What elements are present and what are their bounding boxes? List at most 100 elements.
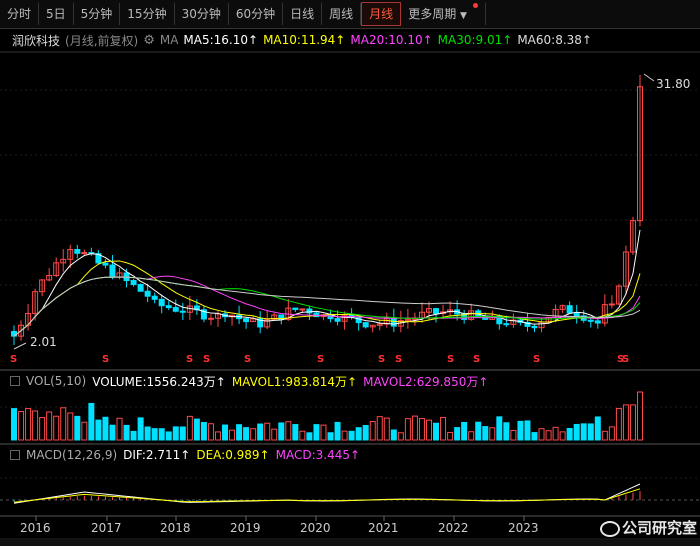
volume-bar <box>404 418 411 441</box>
year-label: 2022 <box>438 521 469 535</box>
signal-s-marker: S <box>447 354 454 365</box>
mavol2-value: MAVOL2:629.850万↑ <box>363 374 489 389</box>
signal-s-marker: S <box>378 354 385 365</box>
volume-bar <box>524 420 531 441</box>
collapse-box-icon[interactable] <box>10 450 20 460</box>
dea-value: DEA:0.989↑ <box>196 448 270 462</box>
volume-bar <box>327 432 334 441</box>
low-price-label: 2.01 <box>30 335 57 349</box>
volume-bar <box>25 408 32 441</box>
candle-body <box>158 298 165 307</box>
volume-bar <box>594 416 601 441</box>
volume-bar <box>67 412 74 441</box>
signal-s-marker: S <box>622 354 629 365</box>
candle-body <box>608 303 615 306</box>
volume-bar <box>390 429 397 441</box>
candle-body <box>243 318 250 323</box>
volume-bar <box>292 424 299 441</box>
ma60-line <box>13 276 641 337</box>
candle-body <box>102 262 109 266</box>
volume-bar <box>200 421 207 441</box>
collapse-box-icon[interactable] <box>10 376 20 386</box>
signal-s-marker: S <box>317 354 324 365</box>
low-marker <box>13 342 27 350</box>
volume-bar <box>320 424 327 441</box>
candle-body <box>74 249 81 254</box>
volume-bar <box>39 417 46 441</box>
volume-legend: VOL(5,10) VOLUME:1556.243万↑ MAVOL1:983.8… <box>0 372 494 390</box>
volume-bar <box>88 402 95 441</box>
volume-bar <box>496 416 503 441</box>
year-label: 2017 <box>91 521 122 535</box>
volume-bar <box>362 425 369 441</box>
candle-body <box>81 252 88 255</box>
volume-bar <box>552 426 559 441</box>
volume-bar <box>440 416 447 441</box>
year-label: 2018 <box>160 521 191 535</box>
volume-bar <box>137 417 144 441</box>
volume-bar <box>418 418 425 441</box>
volume-bar <box>109 424 116 441</box>
signal-s-marker: S <box>10 354 17 365</box>
candle-body <box>355 316 362 324</box>
volume-bar <box>158 428 165 441</box>
signal-s-marker: S <box>102 354 109 365</box>
candle-body <box>137 284 144 292</box>
candle-body <box>207 317 214 320</box>
volume-bar <box>538 428 545 441</box>
volume-bar <box>250 428 257 441</box>
volume-bar <box>32 410 39 441</box>
volume-bar <box>11 408 17 441</box>
watermark: 公司研究室 <box>600 517 697 538</box>
volume-bar <box>229 429 236 441</box>
candle-body <box>531 325 538 329</box>
candle-body <box>292 307 299 311</box>
volume-bar <box>447 431 454 441</box>
high-marker <box>643 73 655 82</box>
volume-bar <box>468 431 475 441</box>
volume-bar <box>411 415 418 441</box>
volume-bar <box>53 415 60 441</box>
candle-body <box>587 319 594 322</box>
volume-bar <box>454 427 461 441</box>
high-price-label: 31.80 <box>656 77 690 91</box>
volume-bar <box>355 427 362 441</box>
volume-bar <box>243 427 250 441</box>
volume-bar <box>566 427 573 441</box>
volume-bar <box>60 407 67 441</box>
volume-bar <box>271 428 278 441</box>
volume-bar <box>130 430 137 441</box>
volume-bar <box>601 430 608 441</box>
candle-body <box>433 308 440 315</box>
volume-bar <box>573 423 580 441</box>
volume-bar <box>102 416 109 441</box>
signal-s-marker: S <box>395 354 402 365</box>
volume-bar <box>74 415 81 441</box>
watermark-text: 公司研究室 <box>622 519 698 537</box>
volume-bar <box>334 421 341 441</box>
volume-bar <box>236 424 243 441</box>
volume-bar <box>348 430 355 441</box>
kline-chart[interactable]: 31.802.01S S S S S S S S S S S SS <box>0 0 700 546</box>
volume-bar <box>637 391 643 441</box>
bottom-tab-strip[interactable] <box>0 538 700 546</box>
macd-value: MACD:3.445↑ <box>275 448 361 462</box>
volume-bar <box>461 421 468 441</box>
volume-bar <box>285 421 292 441</box>
volume-bar <box>46 411 53 441</box>
volume-value: VOLUME:1556.243万↑ <box>92 374 226 389</box>
volume-bar <box>433 422 440 441</box>
candle-body <box>11 330 17 337</box>
volume-bar <box>151 428 158 441</box>
volume-bar <box>123 424 130 441</box>
volume-bar <box>517 420 524 441</box>
signal-s-marker: S <box>244 354 251 365</box>
signal-s-marker: S <box>473 354 480 365</box>
signal-s-marker: S <box>186 354 193 365</box>
ma30-line <box>13 276 641 337</box>
volume-bar <box>222 424 229 441</box>
year-label: 2020 <box>300 521 331 535</box>
volume-bar <box>580 423 587 441</box>
candle-body <box>109 264 116 278</box>
candle-body <box>144 290 151 297</box>
